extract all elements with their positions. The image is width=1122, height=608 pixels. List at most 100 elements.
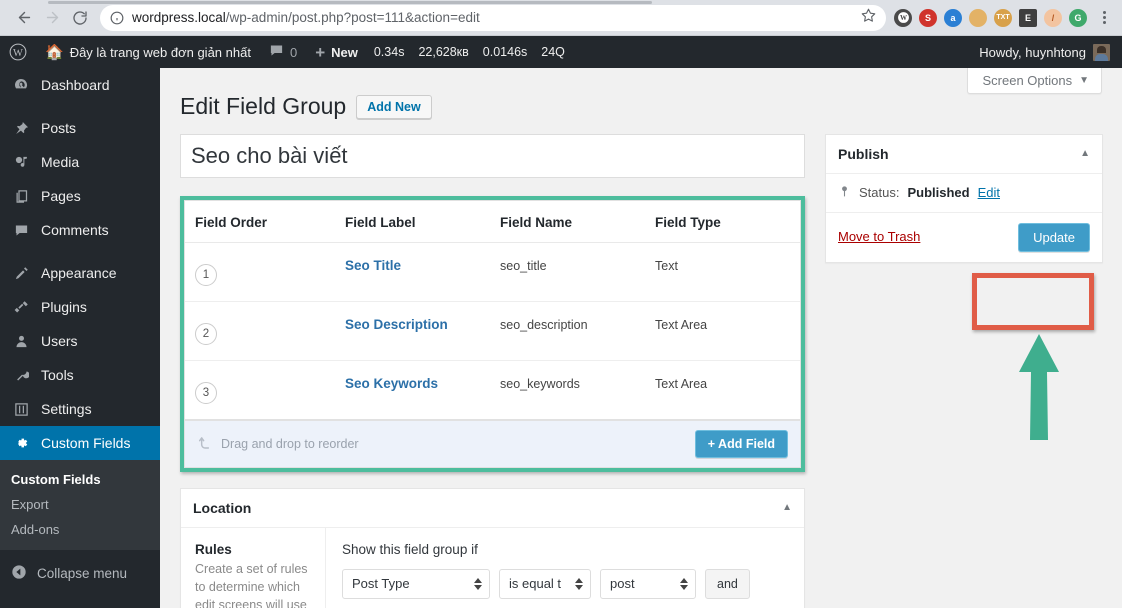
page-header: Edit Field Group Add New <box>180 68 1102 134</box>
new-content-menu[interactable]: + New <box>306 36 367 68</box>
sidebar-item-posts[interactable]: Posts <box>0 111 160 145</box>
table-row[interactable]: 2 Seo Description seo_description Text A… <box>185 301 800 361</box>
kebab-menu-icon[interactable] <box>1096 11 1112 24</box>
collapse-menu-button[interactable]: Collapse menu <box>0 556 160 590</box>
star-icon[interactable] <box>853 8 876 28</box>
brush-icon <box>11 266 31 281</box>
reload-icon[interactable] <box>66 4 94 32</box>
sidebar-item-users[interactable]: Users <box>0 324 160 358</box>
chevron-up-icon[interactable]: ▲ <box>782 502 792 513</box>
location-rule-row: Post Type is equal t post and <box>342 568 790 599</box>
field-name-text: seo_keywords <box>500 376 580 391</box>
sidebar-item-label: Appearance <box>41 265 117 281</box>
field-label-link[interactable]: Seo Keywords <box>345 376 438 391</box>
field-type-text: Text <box>655 258 678 273</box>
rule-param-select[interactable]: Post Type <box>342 568 490 599</box>
submenu-item-custom-fields[interactable]: Custom Fields <box>0 467 160 492</box>
status-edit-link[interactable]: Edit <box>978 185 1000 200</box>
cell-field-name: seo_keywords <box>490 360 645 420</box>
select-arrows-icon <box>474 577 482 590</box>
chevron-up-icon[interactable]: ▲ <box>1080 148 1090 159</box>
sidebar-item-label: Tools <box>41 367 74 383</box>
address-bar[interactable]: wordpress.local/wp-admin/post.php?post=1… <box>100 4 886 31</box>
collapse-menu-label: Collapse menu <box>37 565 128 581</box>
sidebar-item-label: Posts <box>41 120 77 136</box>
sidebar-item-label: Custom Fields <box>41 435 131 451</box>
location-body: Rules Create a set of rules to determine… <box>181 527 804 608</box>
screen-options-button[interactable]: Screen Options ▼ <box>967 68 1102 94</box>
post-stuff: Field Order Field Label Field Name Field… <box>180 133 1103 608</box>
add-and-rule-button[interactable]: and <box>705 568 750 599</box>
wordpress-extension-icon[interactable]: W <box>894 8 912 27</box>
sidebar-item-media[interactable]: Media <box>0 145 160 179</box>
custom-fields-submenu: Custom Fields Export Add-ons <box>0 460 160 550</box>
sidebar-item-comments[interactable]: Comments <box>0 213 160 247</box>
publish-metabox-header[interactable]: Publish ▲ <box>826 135 1102 174</box>
wp-logo-menu[interactable]: W <box>0 36 36 68</box>
field-label-link[interactable]: Seo Description <box>345 317 448 332</box>
gear-icon <box>11 435 31 451</box>
order-badge: 2 <box>195 322 217 345</box>
up-arrow-annotation <box>1019 334 1059 440</box>
settings-sliders-icon <box>11 402 31 417</box>
cell-field-label: Seo Title <box>335 242 490 302</box>
sidebar-item-custom-fields[interactable]: Custom Fields <box>0 426 160 460</box>
elementor-extension-icon[interactable]: E <box>1019 8 1037 27</box>
table-row[interactable]: 1 Seo Title seo_title Text <box>185 242 800 302</box>
fields-table-panel: Field Order Field Label Field Name Field… <box>184 199 801 468</box>
cell-field-name: seo_description <box>490 301 645 361</box>
update-button[interactable]: Update <box>1018 222 1090 252</box>
howdy-menu[interactable]: Howdy, huynhtong <box>979 43 1118 61</box>
field-group-title-input[interactable] <box>189 137 796 174</box>
table-row[interactable]: 3 Seo Keywords seo_keywords Text Area <box>185 360 800 420</box>
add-new-button[interactable]: Add New <box>356 94 432 119</box>
sidebar-separator <box>0 102 160 111</box>
column-header-field-name: Field Name <box>490 200 645 243</box>
pin-icon <box>11 121 31 136</box>
sidebar-item-plugins[interactable]: Plugins <box>0 290 160 324</box>
location-metabox-header[interactable]: Location ▲ <box>181 489 804 528</box>
site-info-icon[interactable] <box>110 11 124 25</box>
location-rules-info: Rules Create a set of rules to determine… <box>181 527 326 608</box>
table-header-row: Field Order Field Label Field Name Field… <box>185 200 800 243</box>
rules-heading: Rules <box>195 541 232 557</box>
submenu-item-addons[interactable]: Add-ons <box>0 517 160 542</box>
field-label-link[interactable]: Seo Title <box>345 258 401 273</box>
collapse-arrow-icon <box>11 564 27 583</box>
column-header-field-order: Field Order <box>185 200 335 243</box>
pocket-extension-icon[interactable]: / <box>1044 8 1062 27</box>
move-to-trash-action: Move to Trash <box>838 228 920 246</box>
fields-table: Field Order Field Label Field Name Field… <box>185 200 800 420</box>
select-arrows-icon <box>680 577 688 590</box>
sidebar-item-label: Settings <box>41 401 92 417</box>
rule-operator-select[interactable]: is equal t <box>499 568 591 599</box>
seo-extension-icon[interactable]: S <box>919 8 937 27</box>
move-to-trash-link[interactable]: Move to Trash <box>838 229 920 244</box>
screen-options-label: Screen Options <box>982 73 1073 88</box>
cell-field-type: Text Area <box>645 360 800 420</box>
pages-icon <box>11 189 31 204</box>
cell-field-name: seo_title <box>490 242 645 302</box>
sidebar-item-label: Plugins <box>41 299 87 315</box>
cookie-extension-icon[interactable] <box>969 8 987 27</box>
column-header-field-type: Field Type <box>645 200 800 243</box>
grammarly-extension-icon[interactable]: G <box>1069 8 1087 27</box>
add-field-button[interactable]: + Add Field <box>694 429 788 458</box>
cookie-txt-extension-icon[interactable]: TXT <box>994 8 1012 27</box>
back-arrow-icon[interactable] <box>10 4 38 32</box>
alexa-extension-icon[interactable]: a <box>944 8 962 27</box>
url-path: /wp-admin/post.php?post=111&action=edit <box>225 10 480 25</box>
sidebar-item-tools[interactable]: Tools <box>0 358 160 392</box>
sidebar-item-appearance[interactable]: Appearance <box>0 256 160 290</box>
sidebar-item-settings[interactable]: Settings <box>0 392 160 426</box>
sidebar-item-dashboard[interactable]: Dashboard <box>0 68 160 102</box>
sidebar-item-pages[interactable]: Pages <box>0 179 160 213</box>
cell-field-type: Text Area <box>645 301 800 361</box>
comments-menu[interactable]: 0 <box>260 36 306 68</box>
publish-status-row: Status: Published Edit <box>826 174 1102 213</box>
admin-wrapper: Dashboard Posts Media Pages Comments App… <box>0 68 1122 608</box>
site-name-menu[interactable]: 🏠 Đây là trang web đơn giản nhất <box>36 36 260 68</box>
rule-value-select[interactable]: post <box>600 568 696 599</box>
submenu-item-export[interactable]: Export <box>0 492 160 517</box>
order-badge: 1 <box>195 263 217 286</box>
